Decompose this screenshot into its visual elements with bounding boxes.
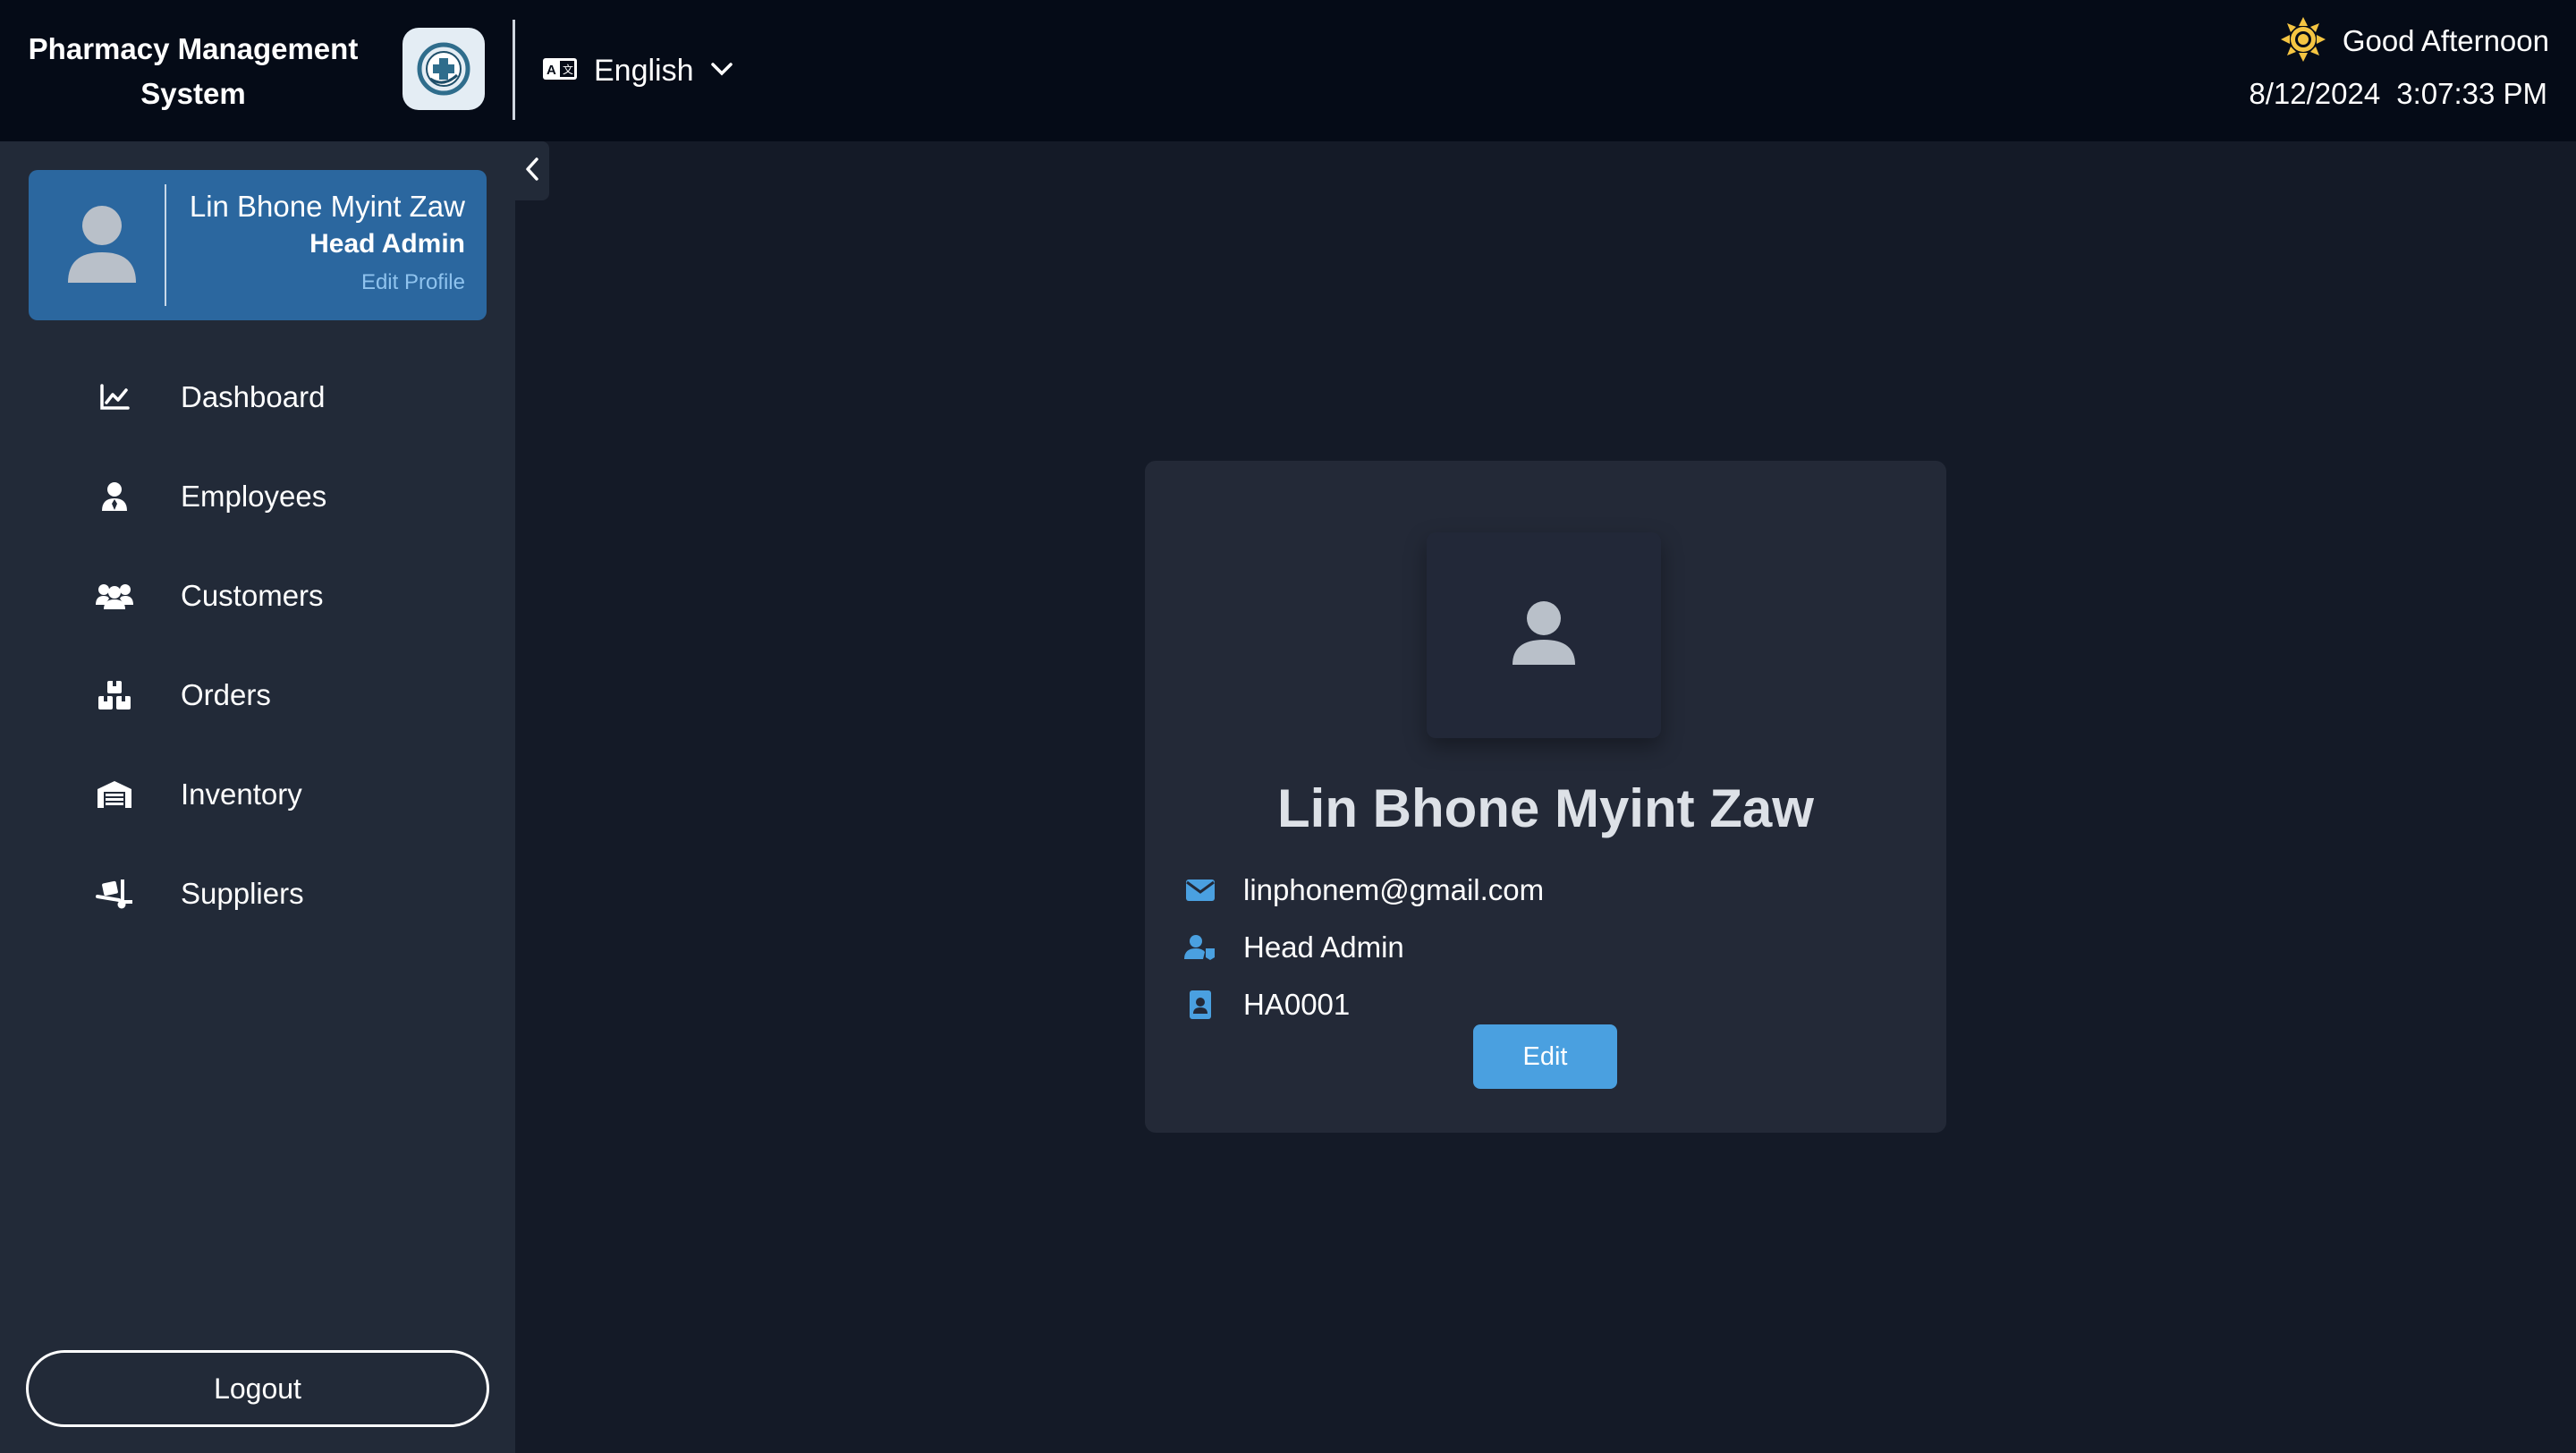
id-badge-icon	[1184, 989, 1216, 1021]
sidebar-item-label: Orders	[181, 678, 271, 711]
current-date: 8/12/2024	[2249, 77, 2381, 110]
employee-icon	[89, 472, 140, 522]
sidebar-item-label: Inventory	[181, 777, 302, 811]
avatar-icon	[1511, 600, 1577, 671]
svg-text:文: 文	[563, 63, 573, 76]
profile-divider	[165, 184, 166, 306]
dolly-icon	[89, 869, 140, 919]
profile-name: Lin Bhone Myint Zaw	[1277, 778, 1814, 838]
sidebar-item-label: Employees	[181, 480, 327, 513]
id-row: HA0001	[1184, 985, 1350, 1024]
sun-icon	[2280, 16, 2326, 67]
sidebar-item-suppliers[interactable]: Suppliers	[89, 865, 483, 922]
profile-employee-id: HA0001	[1243, 988, 1351, 1021]
language-icon: A 文	[542, 57, 578, 85]
language-label: English	[594, 53, 694, 88]
chevron-down-icon	[710, 61, 733, 81]
sidebar-item-label: Suppliers	[181, 877, 304, 910]
sidebar-profile-card: Lin Bhone Myint Zaw Head Admin Edit Prof…	[29, 170, 487, 320]
sidebar-item-employees[interactable]: Employees	[89, 468, 483, 525]
greeting: Good Afternoon	[2280, 16, 2549, 67]
svg-text:A: A	[547, 63, 556, 78]
role-row: Head Admin	[1184, 928, 1404, 967]
chart-line-icon	[89, 372, 140, 422]
user-tag-icon	[1184, 931, 1216, 964]
profile-role: Head Admin	[1243, 930, 1404, 964]
sidebar-item-dashboard[interactable]: Dashboard	[89, 369, 483, 426]
sidebar-item-label: Customers	[181, 579, 324, 612]
edit-profile-link[interactable]: Edit Profile	[361, 270, 465, 295]
date-time: 8/12/2024 3:07:33 PM	[2249, 77, 2547, 111]
app-title-line2: System	[140, 77, 246, 110]
current-time: 3:07:33 PM	[2396, 77, 2547, 110]
app-title-line1: Pharmacy Management	[28, 32, 359, 65]
sidebar-item-customers[interactable]: Customers	[89, 567, 483, 625]
header-divider	[513, 20, 515, 120]
sidebar-collapse-button[interactable]	[515, 141, 549, 200]
sidebar-profile-name: Lin Bhone Myint Zaw	[189, 190, 465, 223]
avatar-icon	[64, 204, 140, 285]
users-icon	[89, 571, 140, 621]
pharmacy-logo-icon[interactable]	[402, 28, 485, 110]
top-bar: Pharmacy Management System A 文 English G…	[0, 0, 2576, 141]
boxes-icon	[89, 670, 140, 720]
sidebar-item-inventory[interactable]: Inventory	[89, 766, 483, 823]
chevron-left-icon	[524, 157, 540, 186]
logout-button[interactable]: Logout	[26, 1350, 489, 1427]
language-selector[interactable]: A 文 English	[542, 47, 733, 95]
warehouse-icon	[89, 769, 140, 820]
email-row: linphonem@gmail.com	[1184, 871, 1544, 910]
sidebar-item-orders[interactable]: Orders	[89, 667, 483, 724]
profile-card: Lin Bhone Myint Zaw linphonem@gmail.com …	[1145, 461, 1946, 1133]
greeting-text: Good Afternoon	[2342, 24, 2549, 57]
profile-avatar	[1427, 532, 1661, 738]
app-title: Pharmacy Management System	[18, 27, 369, 116]
profile-email: linphonem@gmail.com	[1243, 873, 1545, 906]
envelope-icon	[1184, 874, 1216, 906]
sidebar: Lin Bhone Myint Zaw Head Admin Edit Prof…	[0, 141, 515, 1453]
edit-button[interactable]: Edit	[1473, 1024, 1617, 1089]
sidebar-item-label: Dashboard	[181, 380, 326, 413]
sidebar-profile-role: Head Admin	[309, 229, 465, 259]
